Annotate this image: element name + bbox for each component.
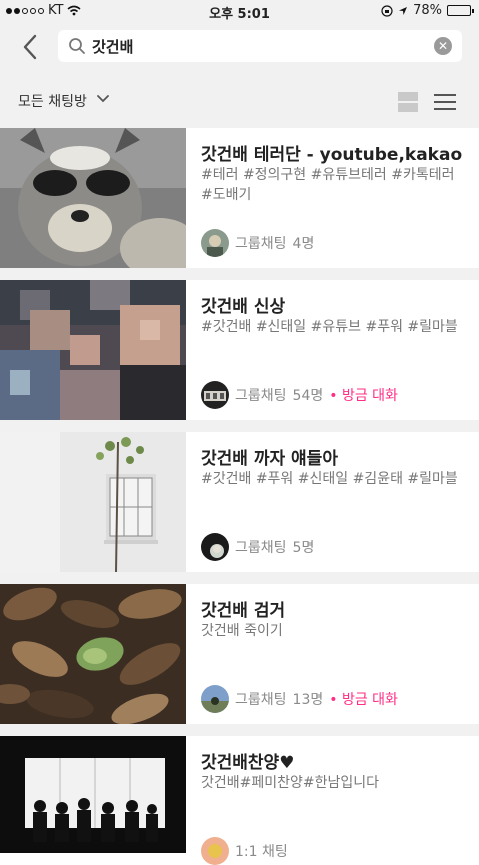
room-title: 갓건배찬양♥ xyxy=(201,753,295,773)
room-title: 갓건배 검거 xyxy=(201,601,286,621)
chat-room-item[interactable]: 갓건배 신상 #갓건배 #신태일 #유튜브 #푸워 #릴마블 그룹채팅 54명 … xyxy=(0,280,479,420)
member-count: 5명 xyxy=(292,540,315,556)
room-meta: 그룹채팅 4명 xyxy=(201,229,314,257)
autumn-leaves-photo xyxy=(0,584,186,724)
chat-room-item[interactable]: 갓건배 검거 갓건배 죽이기 그룹채팅 13명 • 방금 대화 xyxy=(0,584,479,724)
back-chevron-icon[interactable] xyxy=(18,30,42,64)
room-avatar xyxy=(201,229,229,257)
room-title: 갓건배 신상 xyxy=(201,297,286,317)
room-type: 그룹채팅 xyxy=(235,540,287,556)
recent-activity-text: 방금 대화 xyxy=(341,692,398,708)
search-header: 갓건배 ✕ xyxy=(0,22,479,74)
location-arrow-icon xyxy=(399,6,408,15)
member-count: 54명 xyxy=(292,388,324,404)
room-description: #갓건배 #푸워 #신태일 #김윤태 #릴마블 xyxy=(201,471,458,487)
room-type: 그룹채팅 xyxy=(235,236,287,252)
room-type: 그룹채팅 xyxy=(235,692,287,708)
search-query[interactable]: 갓건배 xyxy=(92,36,133,57)
room-meta: 1:1 채팅 xyxy=(201,837,288,865)
divider xyxy=(0,420,479,432)
magnifier-icon xyxy=(69,38,85,54)
divider xyxy=(0,724,479,736)
card-view-icon[interactable] xyxy=(398,92,418,112)
chat-room-item[interactable]: 갓건배 테러단 - youtube,kakao #테러 #정의구현 #유튜브테러… xyxy=(0,128,479,268)
raccoon-photo xyxy=(0,128,186,268)
room-meta: 그룹채팅 13명 • 방금 대화 xyxy=(201,685,398,713)
room-title: 갓건배 까자 얘들아 xyxy=(201,449,338,469)
chat-room-item[interactable]: 갓건배 까자 얘들아 #갓건배 #푸워 #신태일 #김윤태 #릴마블 그룹채팅 … xyxy=(0,432,479,572)
room-type: 그룹채팅 xyxy=(235,388,287,404)
chevron-down-icon[interactable] xyxy=(96,93,110,105)
member-count: 4명 xyxy=(292,236,315,252)
member-count: 13명 xyxy=(292,692,324,708)
room-filter-label[interactable]: 모든 채팅방 xyxy=(18,91,87,111)
pixelated-people-photo xyxy=(0,280,186,420)
search-input[interactable]: 갓건배 ✕ xyxy=(58,30,462,62)
room-type: 1:1 채팅 xyxy=(235,844,288,860)
room-avatar xyxy=(201,533,229,561)
room-description: #갓건배 #신태일 #유튜브 #푸워 #릴마블 xyxy=(201,319,458,335)
rotation-lock-icon xyxy=(381,4,393,17)
divider xyxy=(0,572,479,584)
battery-percent: 78% xyxy=(413,3,442,18)
recent-activity-text: 방금 대화 xyxy=(341,388,398,404)
room-description: 갓건배 죽이기 xyxy=(201,623,283,639)
filter-bar: 모든 채팅방 xyxy=(0,74,479,128)
battery-icon xyxy=(447,5,474,16)
room-avatar xyxy=(201,837,229,865)
recent-activity-badge: • 방금 대화 xyxy=(329,388,398,404)
silhouette-window-photo xyxy=(0,736,186,853)
room-meta: 그룹채팅 5명 xyxy=(201,533,314,561)
divider xyxy=(0,268,479,280)
hamburger-menu-icon[interactable] xyxy=(434,92,456,112)
room-avatar xyxy=(201,685,229,713)
room-description: #테러 #정의구현 #유튜브테러 #카톡테러 #도배기 xyxy=(201,167,455,203)
recent-activity-badge: • 방금 대화 xyxy=(329,692,398,708)
chat-room-item[interactable]: 갓건배찬양♥ 갓건배#페미찬양#한남입니다 1:1 채팅 xyxy=(0,736,479,865)
room-meta: 그룹채팅 54명 • 방금 대화 xyxy=(201,381,398,409)
room-title: 갓건배 테러단 - youtube,kakao xyxy=(201,145,463,165)
status-bar: KT 오후 5:01 78% xyxy=(0,0,479,22)
room-description: 갓건배#페미찬양#한남입니다 xyxy=(201,775,380,791)
clear-x-icon[interactable]: ✕ xyxy=(434,37,452,55)
room-avatar xyxy=(201,381,229,409)
white-wall-tree-photo xyxy=(0,432,186,572)
